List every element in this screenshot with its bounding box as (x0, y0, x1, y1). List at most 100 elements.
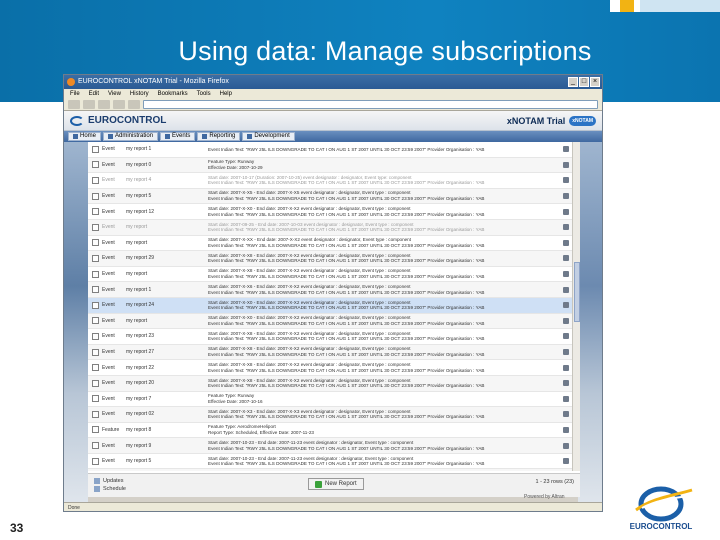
subscription-name[interactable]: my report 8 (126, 427, 208, 433)
subscription-name[interactable]: my report 12 (126, 209, 208, 215)
app-nav: Home Administration Events Reporting Dev… (64, 131, 602, 142)
delete-icon[interactable] (560, 302, 572, 309)
subscription-name[interactable]: my report 4 (126, 177, 208, 183)
maximize-icon[interactable]: □ (579, 77, 589, 87)
menu-bookmarks[interactable]: Bookmarks (158, 89, 188, 99)
delete-icon[interactable] (560, 177, 572, 184)
subscription-name[interactable]: my report 0 (126, 162, 208, 168)
subscription-row[interactable]: Event my report 5 Start date: 2007-10-23 -… (88, 454, 572, 470)
scrollbar-thumb[interactable] (574, 262, 580, 322)
subscription-name[interactable]: my report 24 (126, 302, 208, 308)
subscription-description: Start date: 2007-X-X0 - End date: 2007-X… (208, 300, 560, 311)
menu-view[interactable]: View (108, 89, 121, 99)
subscription-row[interactable]: Event my report Start date: 2007-X-X8 - En… (88, 267, 572, 283)
subscription-name[interactable]: my report 27 (126, 349, 208, 355)
delete-icon[interactable] (560, 364, 572, 371)
delete-icon[interactable] (560, 208, 572, 215)
subscription-row[interactable]: Event my report 12 Start date: 2007-X-X0 -… (88, 204, 572, 220)
subscription-type: Event (102, 208, 115, 215)
subscription-name[interactable]: my report 02 (126, 411, 208, 417)
subscription-type: Event (102, 161, 115, 168)
subscription-name[interactable]: my report 23 (126, 333, 208, 339)
subscription-name[interactable]: my report 5 (126, 193, 208, 199)
delete-icon[interactable] (560, 349, 572, 356)
delete-icon[interactable] (560, 317, 572, 324)
subscription-row[interactable]: Feature my report 8 Feature Type: Aerodrom… (88, 423, 572, 439)
address-bar[interactable] (143, 100, 598, 109)
forward-icon[interactable] (83, 100, 95, 109)
subscription-type: Event (102, 333, 115, 340)
subscription-name[interactable]: my report (126, 240, 208, 246)
subscription-row[interactable]: Event my report 24 Start date: 2007-X-X0 -… (88, 297, 572, 314)
subscription-row[interactable]: Event my report 29 Start date: 2007-X-X8 -… (88, 251, 572, 267)
subscription-row[interactable]: Event my report 1 Event Indian Text: "RWY … (88, 142, 572, 158)
logo-text: EUROCONTROL (629, 522, 693, 531)
delete-icon[interactable] (560, 333, 572, 340)
delete-icon[interactable] (560, 193, 572, 200)
menu-help[interactable]: Help (220, 89, 232, 99)
subscription-row[interactable]: Event my report 0 Feature Type: Runway Effe… (88, 157, 572, 174)
subscription-row[interactable]: Event my report 27 Start date: 2007-X-X8 -… (88, 344, 572, 361)
subscription-name[interactable]: my report 22 (126, 365, 208, 371)
subscription-row[interactable]: Event my report Start date: 2007-X-X0 - En… (88, 313, 572, 330)
subscription-name[interactable]: my report 7 (126, 396, 208, 402)
subscription-name[interactable]: my report 9 (126, 443, 208, 449)
legend-updates-label: Updates (103, 478, 124, 484)
subscription-name[interactable]: my report 5 (126, 458, 208, 464)
subscription-row[interactable]: Event my report 5 Start date: 2007-X-X5 - … (88, 188, 572, 205)
subscription-row[interactable]: Event my report 7 Feature Type: Runway Effe… (88, 392, 572, 408)
menu-history[interactable]: History (130, 89, 149, 99)
subscription-row[interactable]: Event my report 4 Start date: 2007-10-17 (… (88, 173, 572, 189)
nav-home[interactable]: Home (68, 132, 102, 141)
subscription-row[interactable]: Event my report 9 Start date: 2007-10-23 -… (88, 438, 572, 454)
subscription-type: Event (102, 349, 115, 356)
subscription-row[interactable]: Event my report Start date: 2007-09-25 - E… (88, 219, 572, 236)
nav-development[interactable]: Development (242, 132, 295, 141)
subscription-row[interactable]: Event my report Start date: 2007-X-XX - En… (88, 236, 572, 252)
subscription-name[interactable]: my report (126, 318, 208, 324)
home-icon[interactable] (128, 100, 140, 109)
subscription-row[interactable]: Eventmy report 3Feature Type: RunwayEffe… (88, 469, 572, 471)
subscription-row[interactable]: Event my report 02 Start date: 2007-X-X3 -… (88, 407, 572, 423)
delete-icon[interactable] (560, 239, 572, 246)
delete-icon[interactable] (560, 380, 572, 387)
delete-icon[interactable] (560, 224, 572, 231)
delete-icon[interactable] (560, 161, 572, 168)
delete-icon[interactable] (560, 458, 572, 465)
subscription-name[interactable]: my report 29 (126, 255, 208, 261)
description-line-2: Event Indian Text: "RWY 25L ILS DOWNGRAD… (208, 320, 485, 326)
menu-edit[interactable]: Edit (89, 89, 99, 99)
close-icon[interactable]: × (590, 77, 600, 87)
nav-reporting[interactable]: Reporting (197, 132, 241, 141)
new-report-button[interactable]: New Report (308, 478, 364, 490)
menu-tools[interactable]: Tools (197, 89, 211, 99)
menu-file[interactable]: File (70, 89, 80, 99)
subscription-row[interactable]: Event my report 22 Start date: 2007-X-X8 -… (88, 360, 572, 376)
delete-icon[interactable] (560, 411, 572, 418)
description-line-2: Event Indian Text: "RWY 25L ILS DOWNGRAD… (208, 367, 485, 373)
delete-icon[interactable] (560, 426, 572, 433)
subscription-name[interactable]: my report 1 (126, 287, 208, 293)
stop-icon[interactable] (113, 100, 125, 109)
subscription-name[interactable]: my report (126, 224, 208, 230)
delete-icon[interactable] (560, 146, 572, 153)
subscription-row[interactable]: Event my report 1 Start date: 2007-X-X6 - … (88, 282, 572, 298)
nav-events[interactable]: Events (160, 132, 196, 141)
delete-icon[interactable] (560, 255, 572, 262)
description-line-1: Event Indian Text: "RWY 25L ILS DOWNGRAD… (208, 146, 485, 152)
list-scrollbar[interactable] (572, 142, 580, 471)
subscription-icon (88, 176, 102, 184)
subscription-row[interactable]: Event my report 20 Start date: 2007-X-X8 -… (88, 375, 572, 392)
subscription-name[interactable]: my report 20 (126, 380, 208, 386)
delete-icon[interactable] (560, 395, 572, 402)
subscription-name[interactable]: my report 1 (126, 146, 208, 152)
delete-icon[interactable] (560, 442, 572, 449)
delete-icon[interactable] (560, 271, 572, 278)
subscription-row[interactable]: Event my report 23 Start date: 2007-X-X8 -… (88, 329, 572, 345)
delete-icon[interactable] (560, 286, 572, 293)
minimize-icon[interactable]: _ (568, 77, 578, 87)
subscription-name[interactable]: my report (126, 271, 208, 277)
back-icon[interactable] (68, 100, 80, 109)
nav-administration[interactable]: Administration (103, 132, 159, 141)
reload-icon[interactable] (98, 100, 110, 109)
